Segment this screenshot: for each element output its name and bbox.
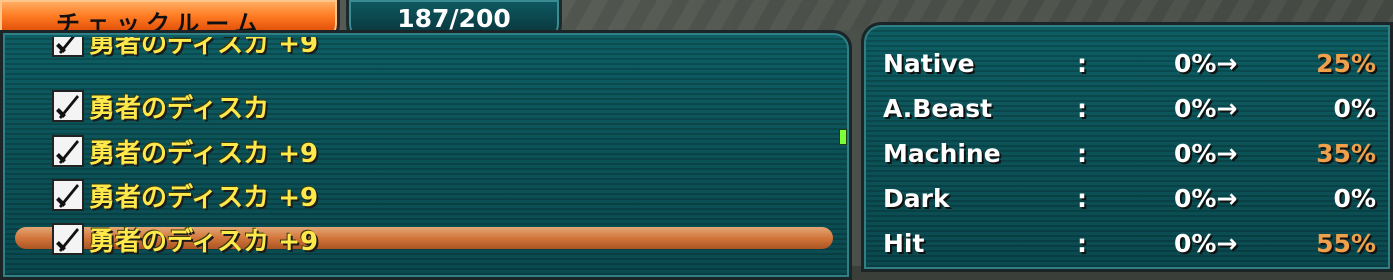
stats-panel: Native : 0%→ 25% A.Beast : 0%→ 0% Machin… — [861, 22, 1393, 272]
sword-icon — [52, 223, 84, 255]
arrow-icon: → — [1216, 94, 1238, 123]
list-item[interactable]: 勇者のディスカ +9 — [51, 37, 751, 67]
stat-from: 0%→ — [1174, 184, 1238, 213]
stat-to: 35% — [1316, 139, 1376, 168]
stat-to: 0% — [1333, 94, 1376, 123]
stat-row-dark: Dark : 0%→ 0% — [864, 184, 1390, 220]
stat-label: Machine — [883, 139, 1001, 168]
stat-colon: : — [1077, 184, 1087, 213]
list-item[interactable]: 勇者のディスカ +9 — [51, 176, 751, 214]
sword-icon — [52, 179, 84, 211]
stat-row-machine: Machine : 0%→ 35% — [864, 139, 1390, 175]
storage-count: 187/200 — [397, 4, 511, 33]
stat-label: Hit — [883, 229, 925, 258]
item-name: 勇者のディスカ +9 — [89, 182, 319, 213]
stat-from: 0%→ — [1174, 139, 1238, 168]
stat-from: 0%→ — [1174, 229, 1238, 258]
list-item[interactable]: 勇者のディスカ — [51, 87, 751, 125]
arrow-icon: → — [1216, 229, 1238, 258]
stat-to: 25% — [1316, 49, 1376, 78]
arrow-icon: → — [1216, 139, 1238, 168]
stat-from: 0%→ — [1174, 49, 1238, 78]
stat-row-abeast: A.Beast : 0%→ 0% — [864, 94, 1390, 130]
stat-colon: : — [1077, 229, 1087, 258]
stat-colon: : — [1077, 139, 1087, 168]
stat-label: A.Beast — [883, 94, 993, 123]
stat-colon: : — [1077, 94, 1087, 123]
item-name: 勇者のディスカ +9 — [89, 226, 319, 257]
list-item[interactable]: 勇者のディスカ +9 — [51, 132, 751, 170]
scroll-indicator[interactable] — [839, 129, 847, 145]
sword-icon — [52, 37, 84, 57]
stat-to: 55% — [1316, 229, 1376, 258]
stat-colon: : — [1077, 49, 1087, 78]
arrow-icon: → — [1216, 49, 1238, 78]
stat-label: Native — [883, 49, 975, 78]
list-item-selected[interactable]: 勇者のディスカ +9 — [51, 220, 751, 258]
item-name: 勇者のディスカ +9 — [89, 37, 319, 59]
stat-from: 0%→ — [1174, 94, 1238, 123]
item-name: 勇者のディスカ — [89, 93, 270, 124]
stat-row-hit: Hit : 0%→ 55% — [864, 229, 1390, 265]
stat-to: 0% — [1333, 184, 1376, 213]
stat-label: Dark — [883, 184, 950, 213]
item-list-panel[interactable]: 勇者のディスカ +9 勇者のディスカ 勇者のディスカ +9 勇者のディスカ +9 — [0, 30, 852, 280]
sword-icon — [52, 135, 84, 167]
sword-icon — [52, 90, 84, 122]
item-name: 勇者のディスカ +9 — [89, 138, 319, 169]
arrow-icon: → — [1216, 184, 1238, 213]
stat-row-native: Native : 0%→ 25% — [864, 49, 1390, 85]
